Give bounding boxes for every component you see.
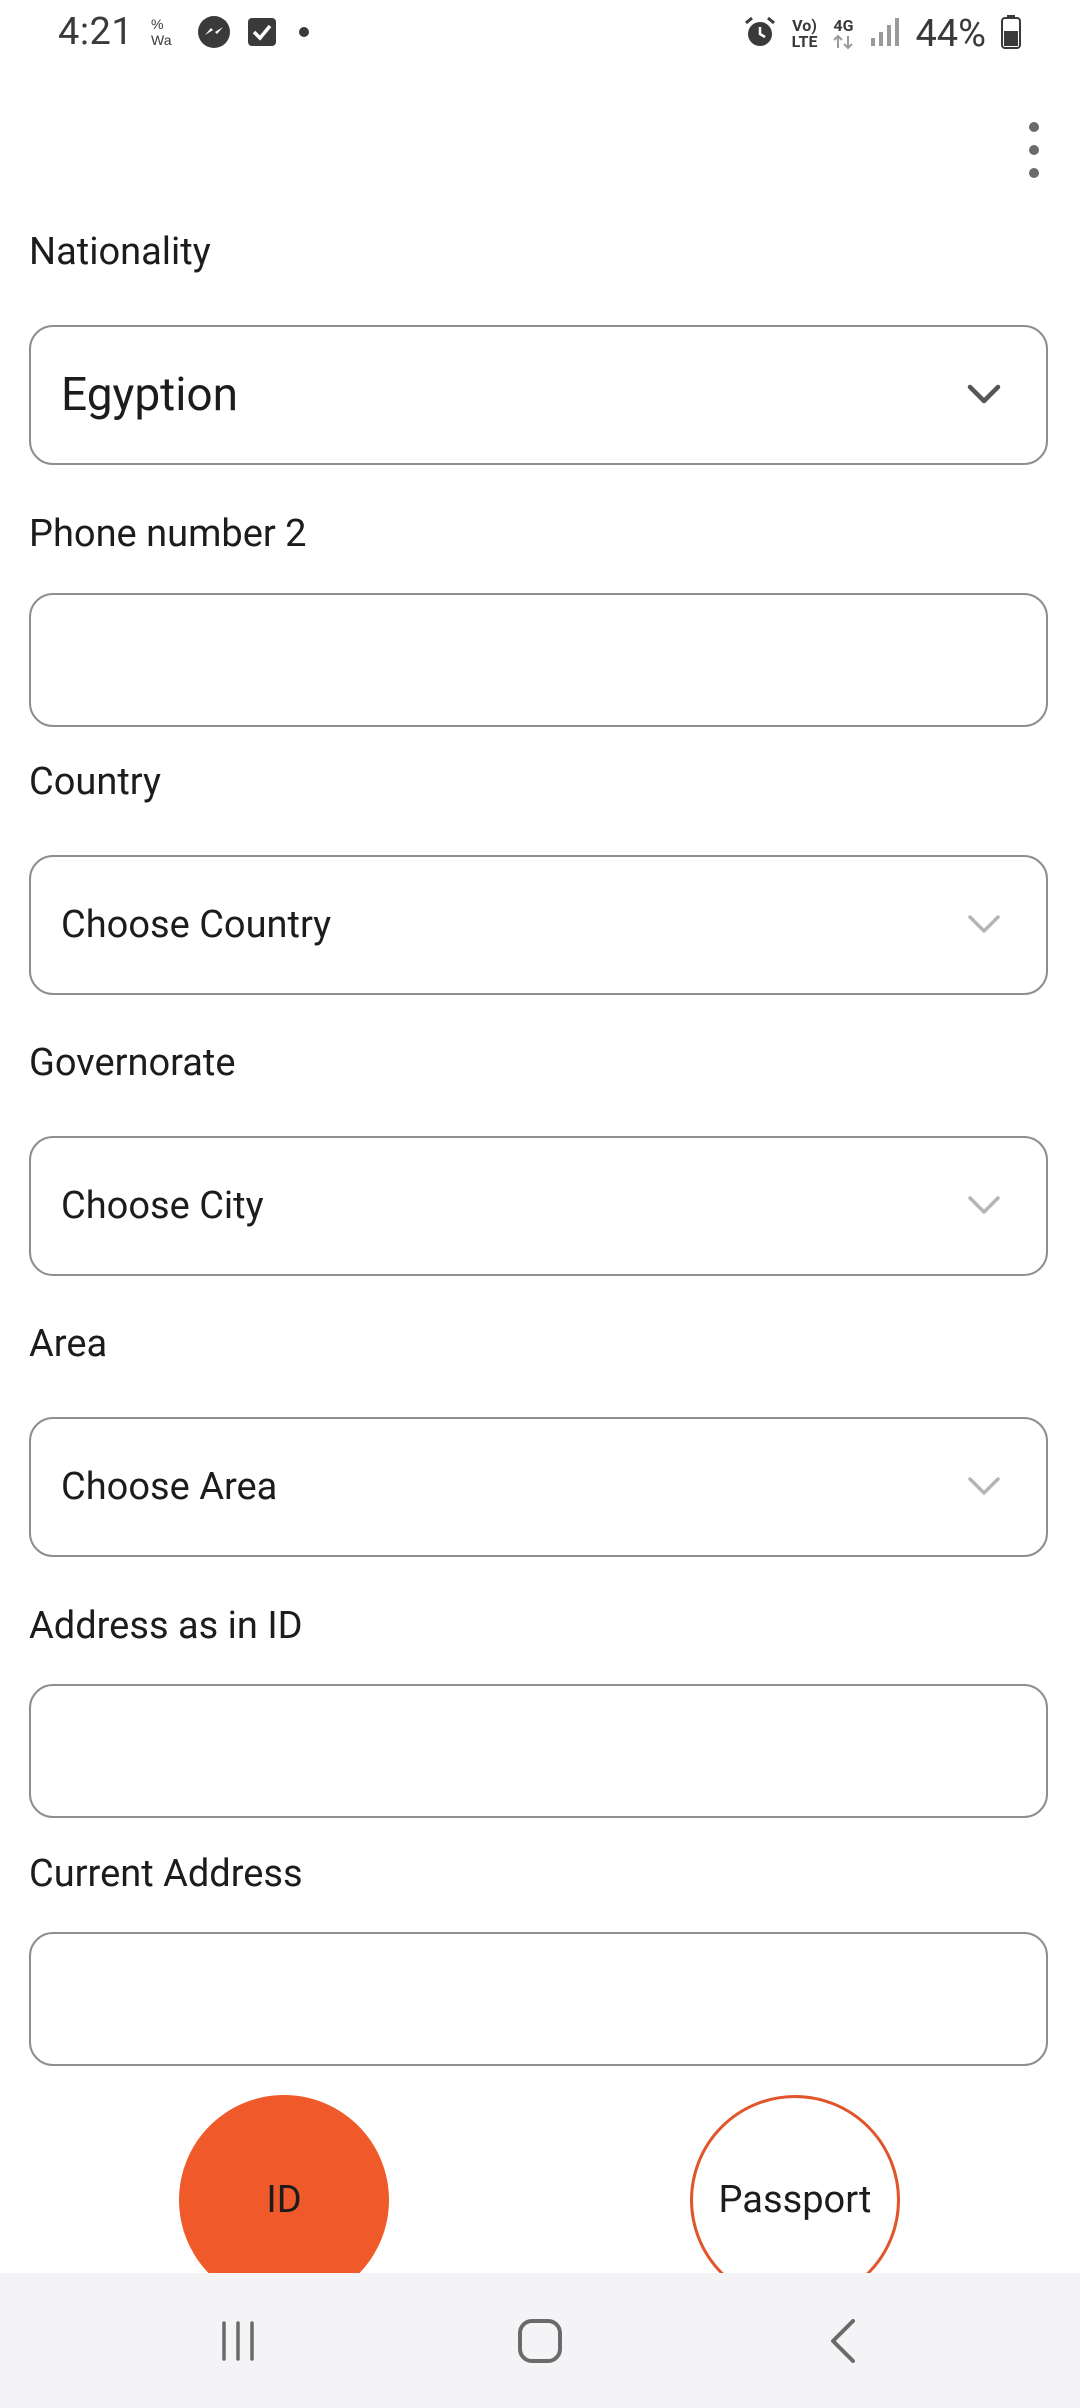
address-id-input[interactable] [29,1684,1048,1818]
svg-text:Wa: Wa [151,32,172,48]
chevron-down-icon [968,915,1000,933]
alarm-icon [742,14,778,54]
nationality-label: Nationality [29,230,211,274]
nationality-value: Egyption [61,368,239,422]
area-label: Area [29,1322,108,1366]
network-type-label: 4G [833,16,854,35]
svg-text:%: % [151,16,163,32]
country-placeholder: Choose Country [61,903,332,947]
status-bar: 4:21 % Wa Vo) LTE 4G 44% [0,0,1080,70]
chevron-down-icon [967,384,1001,404]
chevron-down-icon [968,1477,1000,1495]
passport-button-label: Passport [718,2178,872,2222]
country-label: Country [29,760,161,804]
phone2-input[interactable] [29,593,1048,727]
battery-percent: 44% [915,12,986,56]
status-right-icons: Vo) LTE 4G 44% [742,12,1022,56]
phone2-label: Phone number 2 [29,512,307,556]
battery-icon [1000,14,1022,54]
chevron-down-icon [968,1196,1000,1214]
nationality-dropdown[interactable]: Egyption [29,325,1048,465]
area-placeholder: Choose Area [61,1465,278,1509]
navigation-bar [0,2273,1080,2408]
wifi-calling-icon: % Wa [150,15,182,53]
4g-data-icon: 4G [831,18,855,50]
area-dropdown[interactable]: Choose Area [29,1417,1048,1557]
recent-apps-icon[interactable] [163,2273,313,2408]
menu-dot [1029,168,1039,178]
screen: 4:21 % Wa Vo) LTE 4G 44% Nationality Egy… [0,0,1080,2408]
country-dropdown[interactable]: Choose Country [29,855,1048,995]
governorate-dropdown[interactable]: Choose City [29,1136,1048,1276]
menu-dot [1029,122,1039,132]
volte-icon: Vo) LTE [792,18,818,50]
governorate-placeholder: Choose City [61,1184,264,1228]
volte-bottom-label: LTE [791,32,818,51]
messenger-icon [196,14,232,54]
current-address-label: Current Address [29,1852,303,1896]
status-time: 4:21 [58,10,134,54]
address-id-label: Address as in ID [29,1604,303,1648]
current-address-input[interactable] [29,1932,1048,2066]
signal-icon [869,16,901,52]
notification-dot-icon [292,20,316,48]
home-icon[interactable] [465,2273,615,2408]
id-button-label: ID [266,2178,302,2222]
governorate-label: Governorate [29,1041,236,1085]
more-vert-icon[interactable] [1014,122,1054,178]
checkbox-app-icon [246,16,278,52]
back-icon[interactable] [768,2273,918,2408]
status-left-icons: % Wa [150,14,316,54]
menu-dot [1029,145,1039,155]
